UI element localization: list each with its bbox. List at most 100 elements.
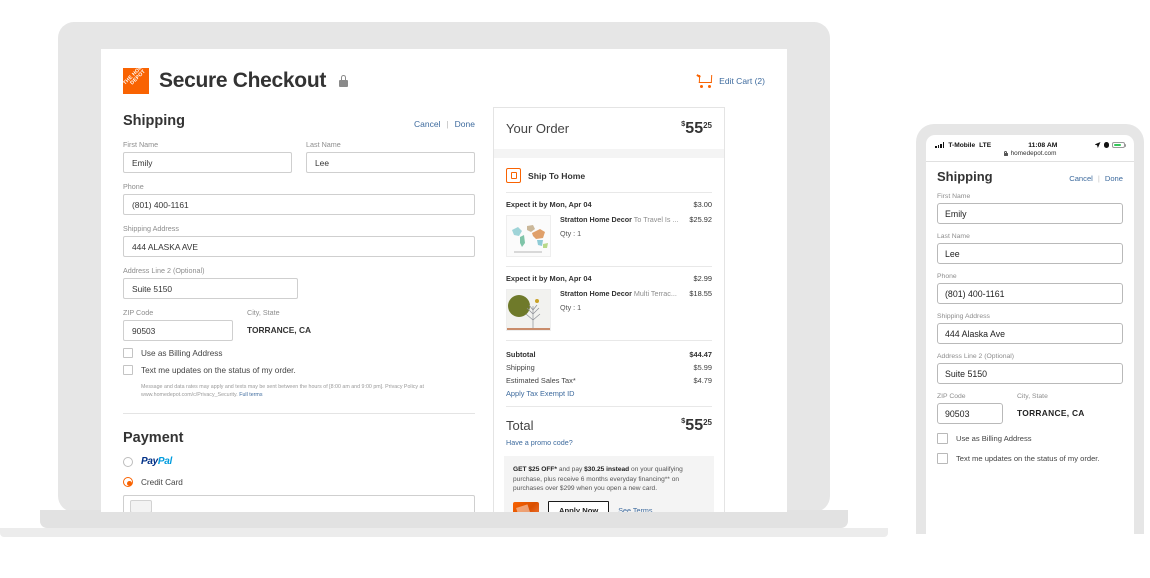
credit-card-option-row[interactable]: Credit Card [123,477,475,488]
order-total-top: $5525 [681,119,712,138]
phone-zip-input[interactable]: 90503 [937,403,1003,424]
sales-tax-value: $4.79 [693,376,713,385]
laptop-foot [0,528,888,537]
order-summary-card: Your Order $5525 Ship To Home Expect it … [493,107,725,512]
lock-icon [339,75,349,87]
phone-billing-checkbox-row[interactable]: Use as Billing Address [937,433,1123,444]
payment-heading: Payment [123,430,184,447]
secure-lock-icon [1003,151,1008,156]
last-name-label: Last Name [306,140,341,149]
status-carrier-block: T-Mobile LTE [935,142,991,149]
product-brand: Stratton Home Decor [560,289,632,298]
apply-tax-exempt-link[interactable]: Apply Tax Exempt ID [506,389,712,398]
product-price: $25.92 [689,215,712,224]
order-summary-title: Your Order [506,121,570,136]
last-name-input[interactable]: Lee [306,152,475,173]
phone-done-link[interactable]: Done [1105,174,1123,183]
phone-cancel-link[interactable]: Cancel [1069,174,1093,183]
grand-total-value: $5525 [681,416,712,435]
promo-code-link[interactable]: Have a promo code? [494,435,724,447]
eta-shipping-price: $3.00 [693,200,713,209]
address-line-2-input[interactable]: Suite 5150 [123,278,298,299]
product-details: Stratton Home Decor Multi Terrac... Qty … [560,289,680,331]
see-terms-link[interactable]: See Terms [618,506,652,512]
eta-shipping-price: $2.99 [693,274,713,283]
shipping-form: First Name Emily Last Name Lee Phone (80… [123,140,475,512]
phone-shipping-header: Shipping Cancel | Done [937,169,1123,184]
home-depot-logo-icon[interactable]: THE HOME DEPOT [123,68,149,94]
sms-updates-label: Text me updates on the status of my orde… [141,365,296,375]
ship-method-row: Ship To Home [494,158,724,192]
screenshot-stage: THE HOME DEPOT Secure Checkout Edit Cart… [0,0,1150,578]
phone-zip-group: ZIP Code 90503 [937,393,1003,424]
apply-now-button[interactable]: Apply Now [548,500,610,512]
zip-city-row: ZIP Code 90503 City, State TORRANCE, CA [123,308,475,341]
product-qty: Qty : 1 [560,303,582,312]
phone-sms-checkbox[interactable] [937,453,948,464]
product-thumbnail[interactable] [506,215,551,257]
ship-method-label: Ship To Home [528,170,586,181]
offer-mid: and pay [556,466,585,473]
phone-city-state-value: TORRANCE, CA [1017,408,1085,418]
subtotal-label: Subtotal [506,350,536,359]
zip-group: ZIP Code 90503 [123,308,233,341]
phone-last-name-label: Last Name [937,233,970,240]
package-box-icon [506,168,521,183]
billing-address-checkbox[interactable] [123,348,133,358]
credit-card-radio[interactable] [123,477,133,488]
phone-shipping-heading: Shipping [937,169,993,184]
phone-billing-label: Use as Billing Address [956,434,1032,443]
order-line-item: Expect it by Mon, Apr 04 $3.00 Stratton … [494,193,724,266]
paypal-radio[interactable] [123,456,133,467]
phone-phone-input[interactable]: (801) 400-1161 [937,283,1123,304]
laptop-device: THE HOME DEPOT Secure Checkout Edit Cart… [0,22,888,537]
phone-address2-group: Address Line 2 (Optional) Suite 5150 [937,353,1123,384]
alarm-clock-icon [1103,142,1109,148]
shipping-cost-value: $5.99 [693,363,713,372]
network-type: LTE [979,141,992,149]
first-name-label: First Name [123,140,159,149]
phone-sms-checkbox-row[interactable]: Text me updates on the status of my orde… [937,453,1123,464]
sms-updates-checkbox-row[interactable]: Text me updates on the status of my orde… [123,365,475,375]
phone-shipping-actions: Cancel | Done [1069,174,1123,183]
phone-address-input[interactable]: 444 Alaska Ave [937,323,1123,344]
phone-address-line-2-input[interactable]: Suite 5150 [937,363,1123,384]
billing-address-checkbox-row[interactable]: Use as Billing Address [123,348,475,358]
offer-bold-discount: GET $25 OFF* [513,466,557,473]
edit-cart-button[interactable]: Edit Cart (2) [696,74,765,88]
phone-first-name-input[interactable]: Emily [937,203,1123,224]
address-group: Shipping Address 444 ALASKA AVE [123,224,475,257]
eta-row: Expect it by Mon, Apr 04 $3.00 [506,200,712,209]
shipping-address-input[interactable]: 444 ALASKA AVE [123,236,475,257]
paypal-logo-part-b: Pal [157,456,173,468]
phone-zip-label: ZIP Code [937,393,966,400]
eta-label: Expect it by Mon, Apr 04 [506,274,592,283]
offer-bold-price: $30.25 instead [584,466,630,473]
zip-code-input[interactable]: 90503 [123,320,233,341]
phone-city-state-group: City, State TORRANCE, CA [1017,393,1085,418]
phone-label: Phone [123,182,144,191]
offer-cta-row: Apply Now See Terms [513,500,705,512]
phone-zip-city-row: ZIP Code 90503 City, State TORRANCE, CA [937,393,1123,424]
shipping-actions: Cancel | Done [414,119,475,129]
summary-gap [494,149,724,158]
sms-updates-checkbox[interactable] [123,365,133,375]
phone-last-name-input[interactable]: Lee [937,243,1123,264]
first-name-input[interactable]: Emily [123,152,292,173]
phone-device: T-Mobile LTE 11:08 AM homedepot.com Ship… [916,124,1144,534]
shipping-cost-row: Shipping $5.99 [506,363,712,372]
browser-url-bar[interactable]: homedepot.com [926,150,1134,161]
phone-first-name-label: First Name [937,193,971,200]
order-total-int: 55 [685,120,704,137]
full-terms-link[interactable]: Full terms [239,392,262,398]
credit-card-icon [513,501,539,512]
phone-input[interactable]: (801) 400-1161 [123,194,475,215]
done-link[interactable]: Done [455,119,475,129]
phone-billing-checkbox[interactable] [937,433,948,444]
credit-card-number-field[interactable] [123,495,475,512]
cancel-link[interactable]: Cancel [414,119,440,129]
phone-city-state-label: City, State [1017,393,1048,400]
phone-sms-label: Text me updates on the status of my orde… [956,454,1100,463]
product-thumbnail[interactable] [506,289,551,331]
paypal-option-row[interactable]: PayPal [123,456,475,467]
